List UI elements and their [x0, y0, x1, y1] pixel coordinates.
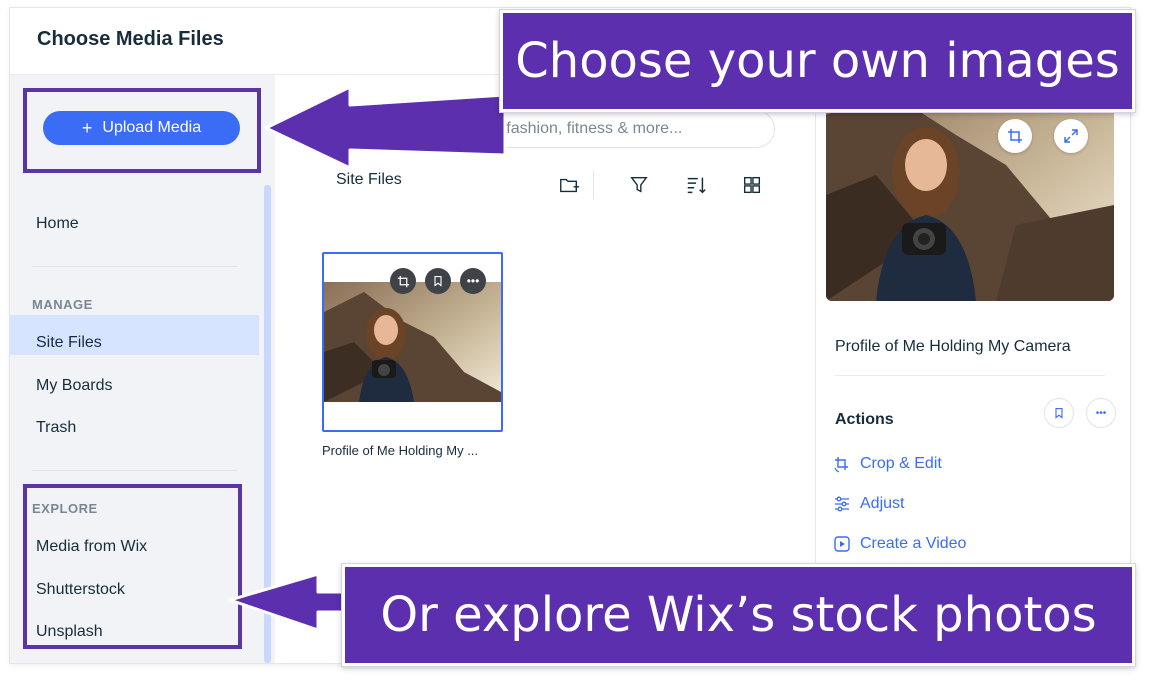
- sidebar-scrollbar[interactable]: [264, 185, 271, 663]
- adjust-action[interactable]: Adjust: [833, 495, 904, 513]
- bookmark-button[interactable]: [425, 268, 451, 294]
- profile-photo: [324, 282, 501, 402]
- top-callout-banner: Choose your own images: [500, 10, 1135, 112]
- crop-edit-label: Crop & Edit: [860, 455, 942, 472]
- plus-icon: +: [81, 118, 93, 138]
- sidebar-item-trash[interactable]: Trash: [36, 419, 76, 437]
- crop-edit-action[interactable]: Crop & Edit: [833, 455, 942, 473]
- search-input[interactable]: Search for business, fashion, fitness & …: [345, 110, 775, 148]
- sort-icon: [687, 177, 706, 194]
- sidebar-item-my-boards[interactable]: My Boards: [36, 377, 112, 395]
- create-video-action[interactable]: Create a Video: [833, 535, 966, 553]
- filter-button[interactable]: [627, 173, 651, 197]
- details-divider: [835, 375, 1105, 376]
- manage-heading: MANAGE: [32, 297, 93, 312]
- new-folder-button[interactable]: [557, 173, 581, 197]
- toolbar-divider: [593, 171, 594, 199]
- adjust-label: Adjust: [860, 495, 905, 512]
- crop-icon: [397, 275, 409, 287]
- bookmark-file-button[interactable]: [1044, 398, 1074, 428]
- search-placeholder: Search for business, fashion, fitness & …: [356, 120, 683, 137]
- grid-view-button[interactable]: [740, 173, 764, 197]
- bottom-callout-banner: Or explore Wix’s stock photos: [342, 564, 1135, 666]
- actions-heading: Actions: [835, 411, 894, 428]
- file-caption: Profile of Me Holding My ...: [322, 443, 479, 458]
- file-name: Profile of Me Holding My Camera: [835, 338, 1071, 355]
- crop-icon: [1008, 129, 1022, 143]
- more-button[interactable]: •••: [460, 268, 486, 294]
- sidebar-item-shutterstock[interactable]: Shutterstock: [36, 581, 125, 599]
- bookmark-icon: [434, 275, 442, 287]
- explore-heading: EXPLORE: [32, 501, 98, 516]
- sidebar-item-home[interactable]: Home: [36, 215, 79, 233]
- sidebar-divider: [32, 266, 237, 267]
- sidebar-item-unsplash[interactable]: Unsplash: [36, 623, 103, 641]
- upload-media-button[interactable]: + Upload Media: [43, 111, 240, 145]
- upload-media-label: Upload Media: [102, 119, 202, 136]
- folder-plus-icon: [560, 178, 580, 193]
- sidebar-divider: [32, 470, 237, 471]
- sidebar: + Upload Media Home MANAGE Site Files My…: [10, 75, 275, 663]
- crop-rotate-icon: [834, 457, 848, 473]
- bookmark-icon: [1055, 407, 1063, 419]
- filter-icon: [630, 176, 648, 193]
- more-actions-button[interactable]: •••: [1086, 398, 1116, 428]
- more-icon: •••: [1095, 407, 1107, 419]
- sidebar-item-media-from-wix[interactable]: Media from Wix: [36, 538, 147, 556]
- crop-preview-button[interactable]: [998, 119, 1032, 153]
- file-thumbnail[interactable]: •••: [322, 252, 503, 432]
- more-icon: •••: [466, 274, 480, 288]
- dialog-title: Choose Media Files: [37, 28, 224, 50]
- create-video-label: Create a Video: [860, 535, 967, 552]
- play-icon: [834, 536, 850, 552]
- expand-icon: [1064, 129, 1078, 143]
- sort-button[interactable]: [684, 173, 708, 197]
- crop-button[interactable]: [390, 268, 416, 294]
- sidebar-item-site-files[interactable]: Site Files: [36, 334, 102, 352]
- sliders-icon: [835, 496, 849, 512]
- breadcrumb: Site Files: [336, 171, 402, 188]
- expand-preview-button[interactable]: [1054, 119, 1088, 153]
- grid-icon: [743, 176, 761, 194]
